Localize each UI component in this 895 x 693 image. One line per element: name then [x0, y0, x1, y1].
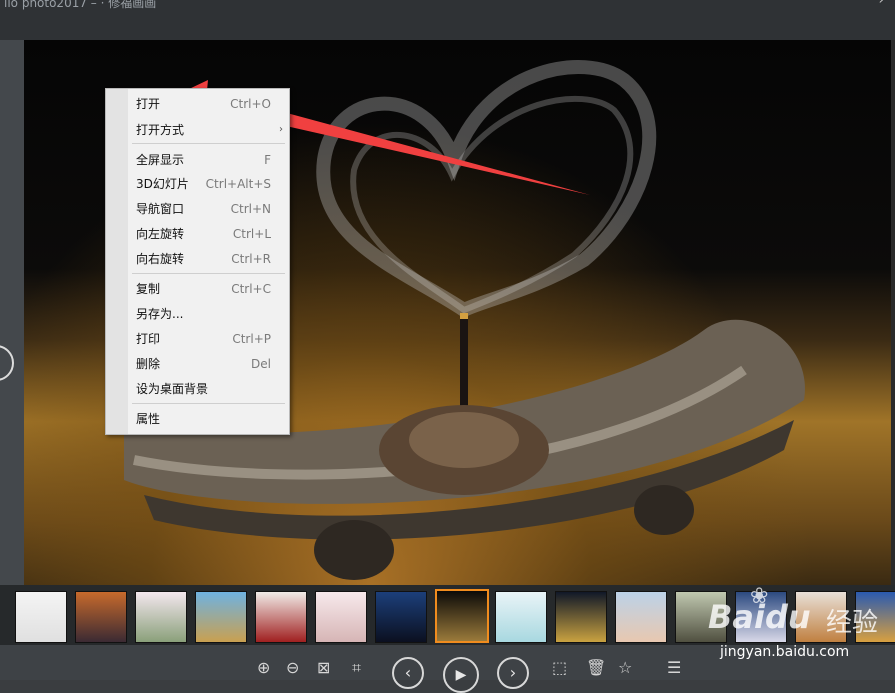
menu-item-label: 删除 — [136, 357, 161, 371]
menu-list-icon[interactable]: ☰ — [667, 660, 681, 676]
menu-item-print[interactable]: 打印 Ctrl+P — [136, 329, 271, 349]
menu-item-open[interactable]: 打开 Ctrl+O — [136, 94, 271, 114]
actual-size-icon[interactable]: ⌗ — [352, 660, 361, 676]
submenu-arrow-icon: › — [279, 124, 283, 135]
thumbnail-item[interactable] — [375, 591, 427, 643]
menu-item-fullscreen[interactable]: 全屏显示 F — [136, 150, 271, 170]
menu-item-copy[interactable]: 复制 Ctrl+C — [136, 279, 271, 299]
crop-icon[interactable]: ⬚ — [552, 660, 567, 676]
thumbnail-item[interactable] — [255, 591, 307, 643]
menu-item-3d-slideshow[interactable]: 3D幻灯片 Ctrl+Alt+S — [136, 174, 271, 194]
menu-icon-gutter — [106, 89, 128, 434]
menu-item-shortcut: Del — [251, 357, 271, 371]
thumbnail-item[interactable] — [315, 591, 367, 643]
menu-item-rotate-left[interactable]: 向左旋转 Ctrl+L — [136, 224, 271, 244]
menu-item-shortcut: Ctrl+O — [230, 97, 271, 111]
menu-separator — [132, 273, 285, 274]
next-image-button[interactable]: › — [497, 657, 529, 689]
watermark-url: jingyan.baidu.com — [720, 644, 850, 660]
menu-separator — [132, 143, 285, 144]
menu-item-shortcut: Ctrl+L — [232, 227, 271, 241]
watermark-brand: Baidu — [708, 598, 811, 636]
menu-item-label: 打开方式 — [136, 123, 185, 137]
thumbnail-item[interactable] — [555, 591, 607, 643]
menu-item-label: 向右旋转 — [136, 252, 185, 266]
menu-separator — [132, 403, 285, 404]
prev-image-button[interactable]: ‹ — [392, 657, 424, 689]
menu-item-navigator[interactable]: 导航窗口 Ctrl+N — [136, 199, 271, 219]
menu-item-label: 复制 — [136, 282, 161, 296]
zoom-in-icon[interactable]: ⊕ — [257, 660, 270, 676]
context-menu: 打开 Ctrl+O 打开方式 › 全屏显示 F 3D幻灯片 Ctrl+Alt+S… — [105, 88, 290, 435]
menu-item-shortcut: Ctrl+C — [231, 282, 271, 296]
play-slideshow-button[interactable]: ▶ — [443, 657, 479, 693]
menu-item-shortcut: Ctrl+P — [232, 332, 271, 346]
watermark-jingyan: 经验 — [826, 608, 879, 638]
thumbnail-item[interactable] — [75, 591, 127, 643]
menu-item-label: 打开 — [136, 97, 161, 111]
menu-item-set-wallpaper[interactable]: 设为桌面背景 — [136, 379, 271, 399]
menu-item-label: 3D幻灯片 — [136, 177, 189, 191]
thumbnail-item[interactable] — [495, 591, 547, 643]
menu-item-save-as[interactable]: 另存为... — [136, 304, 271, 324]
menu-item-label: 打印 — [136, 332, 161, 346]
fit-window-icon[interactable]: ⊠ — [317, 660, 330, 676]
menu-item-shortcut: Ctrl+R — [231, 252, 271, 266]
menu-item-shortcut: Ctrl+Alt+S — [205, 177, 271, 191]
menu-item-open-with[interactable]: 打开方式 › — [136, 120, 283, 140]
thumbnail-item[interactable] — [435, 589, 489, 643]
thumbnail-item[interactable] — [15, 591, 67, 643]
menu-item-label: 属性 — [136, 412, 161, 426]
thumbnail-item[interactable] — [135, 591, 187, 643]
delete-icon[interactable]: 🗑 — [586, 660, 606, 676]
thumbnail-item[interactable] — [195, 591, 247, 643]
menu-item-label: 向左旋转 — [136, 227, 185, 241]
menu-item-label: 全屏显示 — [136, 153, 185, 167]
menu-item-properties[interactable]: 属性 — [136, 409, 271, 429]
zoom-out-icon[interactable]: ⊖ — [286, 660, 299, 676]
menu-item-delete[interactable]: 删除 Del — [136, 354, 271, 374]
menu-item-shortcut: Ctrl+N — [230, 202, 271, 216]
thumbnail-item[interactable] — [615, 591, 667, 643]
menu-item-label: 另存为... — [136, 307, 184, 321]
baidu-watermark: ❀ Baidu 经验 jingyan.baidu.com — [702, 578, 892, 660]
favorite-star-icon[interactable]: ☆ — [618, 660, 632, 676]
menu-item-label: 导航窗口 — [136, 202, 185, 216]
menu-item-label: 设为桌面背景 — [136, 382, 209, 396]
menu-item-shortcut: F — [264, 153, 271, 167]
menu-item-rotate-right[interactable]: 向右旋转 Ctrl+R — [136, 249, 271, 269]
